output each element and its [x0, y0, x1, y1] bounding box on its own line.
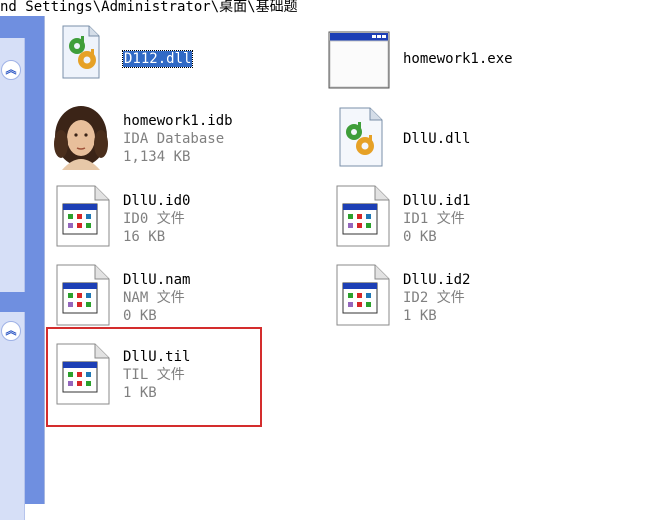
file-type: ID1 文件: [403, 211, 465, 227]
address-path: nd Settings\Administrator\桌面\基础题: [0, 0, 649, 16]
file-type: ID0 文件: [123, 211, 185, 227]
file-name: DllU.id2: [403, 272, 471, 288]
file-size: 1,134 KB: [123, 149, 191, 165]
file-size: 16 KB: [123, 229, 166, 245]
task-panel-1: ︽: [0, 38, 25, 292]
file-item-dllu-id1[interactable]: DllU.id1 ID1 文件 0 KB: [335, 184, 555, 248]
file-item-homework1-idb[interactable]: homework1.idb IDA Database 1,134 KB: [48, 104, 288, 176]
file-type: ID2 文件: [403, 290, 465, 306]
file-size: 0 KB: [123, 308, 157, 324]
file-type: IDA Database: [123, 131, 225, 147]
dll-icon: [336, 106, 386, 172]
file-name: homework1.idb: [123, 113, 233, 129]
file-item-homework1-exe[interactable]: homework1.exe: [328, 30, 568, 90]
file-item-dllu-id2[interactable]: DllU.id2 ID2 文件 1 KB: [335, 263, 555, 327]
file-name: D112.dll: [121, 50, 194, 68]
file-name: DllU.dll: [403, 131, 471, 147]
file-name: DllU.id0: [123, 193, 191, 209]
red-highlight-box: [46, 327, 262, 427]
file-item-d112-dll[interactable]: D112.dll: [55, 24, 275, 84]
generic-file-icon: [335, 184, 391, 252]
file-name: DllU.id1: [403, 193, 471, 209]
file-size: 0 KB: [403, 229, 437, 245]
file-name: homework1.exe: [403, 51, 513, 67]
pane-divider: [44, 16, 45, 504]
dll-icon: [55, 24, 105, 84]
generic-file-icon: [55, 263, 111, 331]
file-item-dllu-nam[interactable]: DllU.nam NAM 文件 0 KB: [55, 263, 275, 327]
file-name: DllU.nam: [123, 272, 191, 288]
task-sidebar: ︽ ︽: [0, 16, 44, 520]
ida-portrait-icon: [48, 104, 114, 178]
file-item-dllu-id0[interactable]: DllU.id0 ID0 文件 16 KB: [55, 184, 275, 248]
task-panel-2: ︽: [0, 312, 25, 520]
file-type: NAM 文件: [123, 290, 185, 306]
collapse-chevron-icon[interactable]: ︽: [1, 321, 21, 341]
exe-window-icon: [328, 30, 390, 94]
file-size: 1 KB: [403, 308, 437, 324]
file-item-dllu-dll[interactable]: DllU.dll: [336, 106, 556, 170]
generic-file-icon: [335, 263, 391, 331]
generic-file-icon: [55, 184, 111, 252]
collapse-chevron-icon[interactable]: ︽: [1, 60, 21, 80]
